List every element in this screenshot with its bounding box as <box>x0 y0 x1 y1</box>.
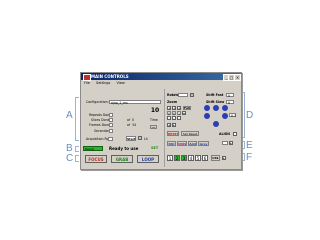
ten-value: 10 <box>150 107 160 114</box>
pan-up-right-icon[interactable] <box>222 105 228 111</box>
callout-a: A <box>66 110 73 121</box>
callout-d: D <box>246 110 254 121</box>
rotate-stepper[interactable]: ▾ <box>190 93 194 97</box>
shift-fast-field[interactable]: 0 <box>226 93 234 98</box>
zoom-digit-3[interactable]: 1 <box>177 111 181 116</box>
repeats-done-field <box>109 113 113 117</box>
loop-button[interactable]: LOOP <box>137 155 159 163</box>
start-button[interactable]: Start <box>126 136 136 141</box>
pan-up-left-icon[interactable] <box>204 105 210 111</box>
callout-e: E <box>246 140 253 151</box>
zoom-up-3[interactable]: + <box>177 106 181 110</box>
zoom-down-1[interactable]: - <box>167 116 171 120</box>
crl-stepper[interactable]: ▸ <box>222 156 226 160</box>
title-bar: MAIN CONTROLS _ □ × <box>81 73 241 81</box>
pan-right-icon[interactable] <box>222 113 228 119</box>
status-box: Ready <box>83 146 103 151</box>
set-reset-button[interactable]: Set Reset <box>181 131 199 136</box>
panel-divider <box>164 89 165 167</box>
reset-button[interactable]: RESET <box>167 131 179 136</box>
frames-done-field <box>109 123 113 127</box>
page-button-2[interactable]: 2 <box>174 155 180 161</box>
zoom-label: Zoom <box>167 100 178 104</box>
page-button-1[interactable]: 1 <box>167 155 173 161</box>
slices-done-value: 0 <box>132 118 135 122</box>
menu-settings[interactable]: Settings <box>96 81 110 85</box>
zoom-up-1[interactable]: + <box>167 106 171 110</box>
frames-stepper[interactable]: 1 <box>138 136 142 140</box>
page-button-3[interactable]: 3 <box>181 155 187 161</box>
focus-button[interactable]: FOCUS <box>85 155 107 163</box>
time-label: Time <box>150 118 158 122</box>
status-text: Ready to use <box>109 146 139 151</box>
slices-done-field <box>109 118 113 122</box>
rotate-field[interactable] <box>178 93 188 97</box>
window-title: MAIN CONTROLS <box>91 74 129 79</box>
page-button-4[interactable]: 4 <box>188 155 194 161</box>
shift-fast-label: Shift Fast <box>206 93 224 97</box>
acquisition-field[interactable] <box>108 137 113 141</box>
bracket-a <box>75 97 79 141</box>
pan-up-icon[interactable] <box>213 105 219 111</box>
main-controls-window: MAIN CONTROLS _ □ × File Settings View C… <box>80 72 242 170</box>
callout-f: F <box>246 152 253 163</box>
menu-file[interactable]: File <box>84 81 90 85</box>
zoom-up-2[interactable]: + <box>172 106 176 110</box>
mode-button-add[interactable]: Add <box>188 141 197 146</box>
mode-button-roi[interactable]: ROI <box>167 141 176 146</box>
secondary-field <box>109 129 113 133</box>
frames-done-value: 34 <box>132 123 137 127</box>
shift-slow-field[interactable]: 0 <box>226 100 234 105</box>
step-field[interactable]: 0.1 <box>229 113 236 118</box>
slices-done-x: of <box>127 118 131 122</box>
mode-stepper[interactable]: ▸ <box>229 141 233 145</box>
zoom-left[interactable]: ◂ <box>167 123 171 127</box>
configuration-field[interactable]: ajop_1_ms <box>109 100 161 105</box>
frames-done-label: Frames Done <box>89 123 110 127</box>
callout-c: C <box>66 153 74 164</box>
bracket-b <box>75 146 79 152</box>
frames-done-x: of <box>127 123 131 127</box>
page-button-6[interactable]: 6 <box>202 155 208 161</box>
set-label: SET <box>151 146 159 150</box>
pan-down-icon[interactable] <box>213 121 219 127</box>
shift-slow-label: Shift Slow <box>206 100 225 104</box>
pan-left-icon[interactable] <box>204 113 210 119</box>
zoom-side-up[interactable]: ▴ <box>182 111 186 115</box>
zoom-right[interactable]: ▸ <box>172 123 176 127</box>
page-button-5[interactable]: 5 <box>195 155 201 161</box>
acq-unit: Lh <box>144 137 148 141</box>
bracket-c <box>75 155 79 162</box>
mode-field[interactable] <box>222 141 228 145</box>
menu-bar: File Settings View <box>81 80 241 86</box>
crl-button[interactable]: CRL <box>211 155 220 161</box>
configuration-label: Configuration: <box>86 100 109 104</box>
align-checkbox[interactable] <box>233 132 237 136</box>
mode-button-grey[interactable]: Grey <box>198 141 209 146</box>
zoom-down-3[interactable]: - <box>177 116 181 120</box>
zoom-digit-1[interactable]: 0 <box>167 111 171 116</box>
zoom-down-2[interactable]: - <box>172 116 176 120</box>
grab-button[interactable]: GRAB <box>111 155 133 163</box>
full-button[interactable]: Full <box>183 106 191 110</box>
slices-done-label: Slices Done <box>91 118 110 122</box>
menu-view[interactable]: View <box>116 81 124 85</box>
time-button[interactable]: ... <box>150 125 157 129</box>
acquisition-label: Acquisition Rp <box>86 137 109 141</box>
mode-button-unis[interactable]: UNIS <box>177 141 187 146</box>
repeats-done-label: Repeats Done <box>89 113 112 117</box>
zoom-digit-2[interactable]: 0 <box>172 111 176 116</box>
align-label: ALIGN <box>219 132 230 136</box>
